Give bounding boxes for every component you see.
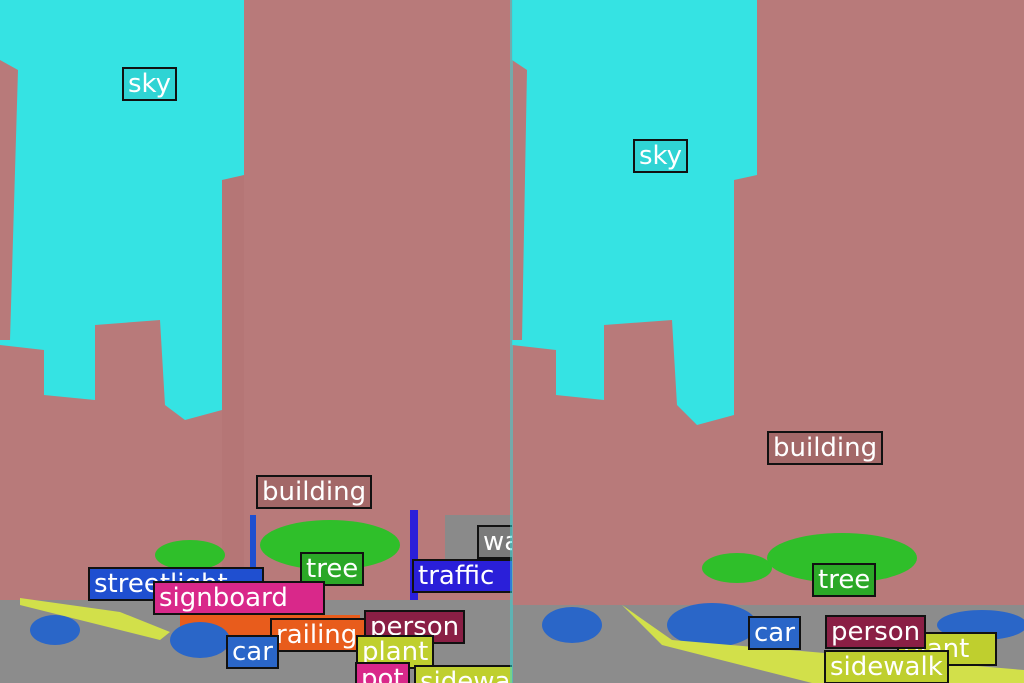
label-building: building xyxy=(256,475,373,509)
label-sky: sky xyxy=(122,67,178,101)
label-building: building xyxy=(767,431,884,465)
label-pot: pot xyxy=(355,662,410,683)
label-sidewalk: sidewa xyxy=(414,665,512,683)
label-car: car xyxy=(226,635,279,669)
label-sky: sky xyxy=(633,139,689,173)
right-segmentation-panel: sky building tree car plant person sidew… xyxy=(512,0,1024,683)
left-segmentation-panel: sky building wa tree traffic streetlight… xyxy=(0,0,512,683)
building-tower-right xyxy=(734,0,1024,683)
panel-divider xyxy=(510,0,513,683)
label-wall: wa xyxy=(477,525,512,559)
label-signboard: signboard xyxy=(153,581,325,615)
label-tree: tree xyxy=(812,563,877,597)
tree-region-a xyxy=(702,553,772,583)
label-car: car xyxy=(748,616,801,650)
car-region-b xyxy=(667,603,757,647)
label-traffic: traffic xyxy=(412,559,512,593)
car-region-a xyxy=(542,607,602,643)
label-person: person xyxy=(825,615,927,649)
right-segmentation-mask xyxy=(512,0,1024,683)
label-sidewalk: sidewalk xyxy=(824,650,949,683)
car-region-b xyxy=(170,622,230,658)
streetlight-post-a xyxy=(250,515,256,575)
tree-region-left xyxy=(155,540,225,570)
car-region-a xyxy=(30,615,80,645)
